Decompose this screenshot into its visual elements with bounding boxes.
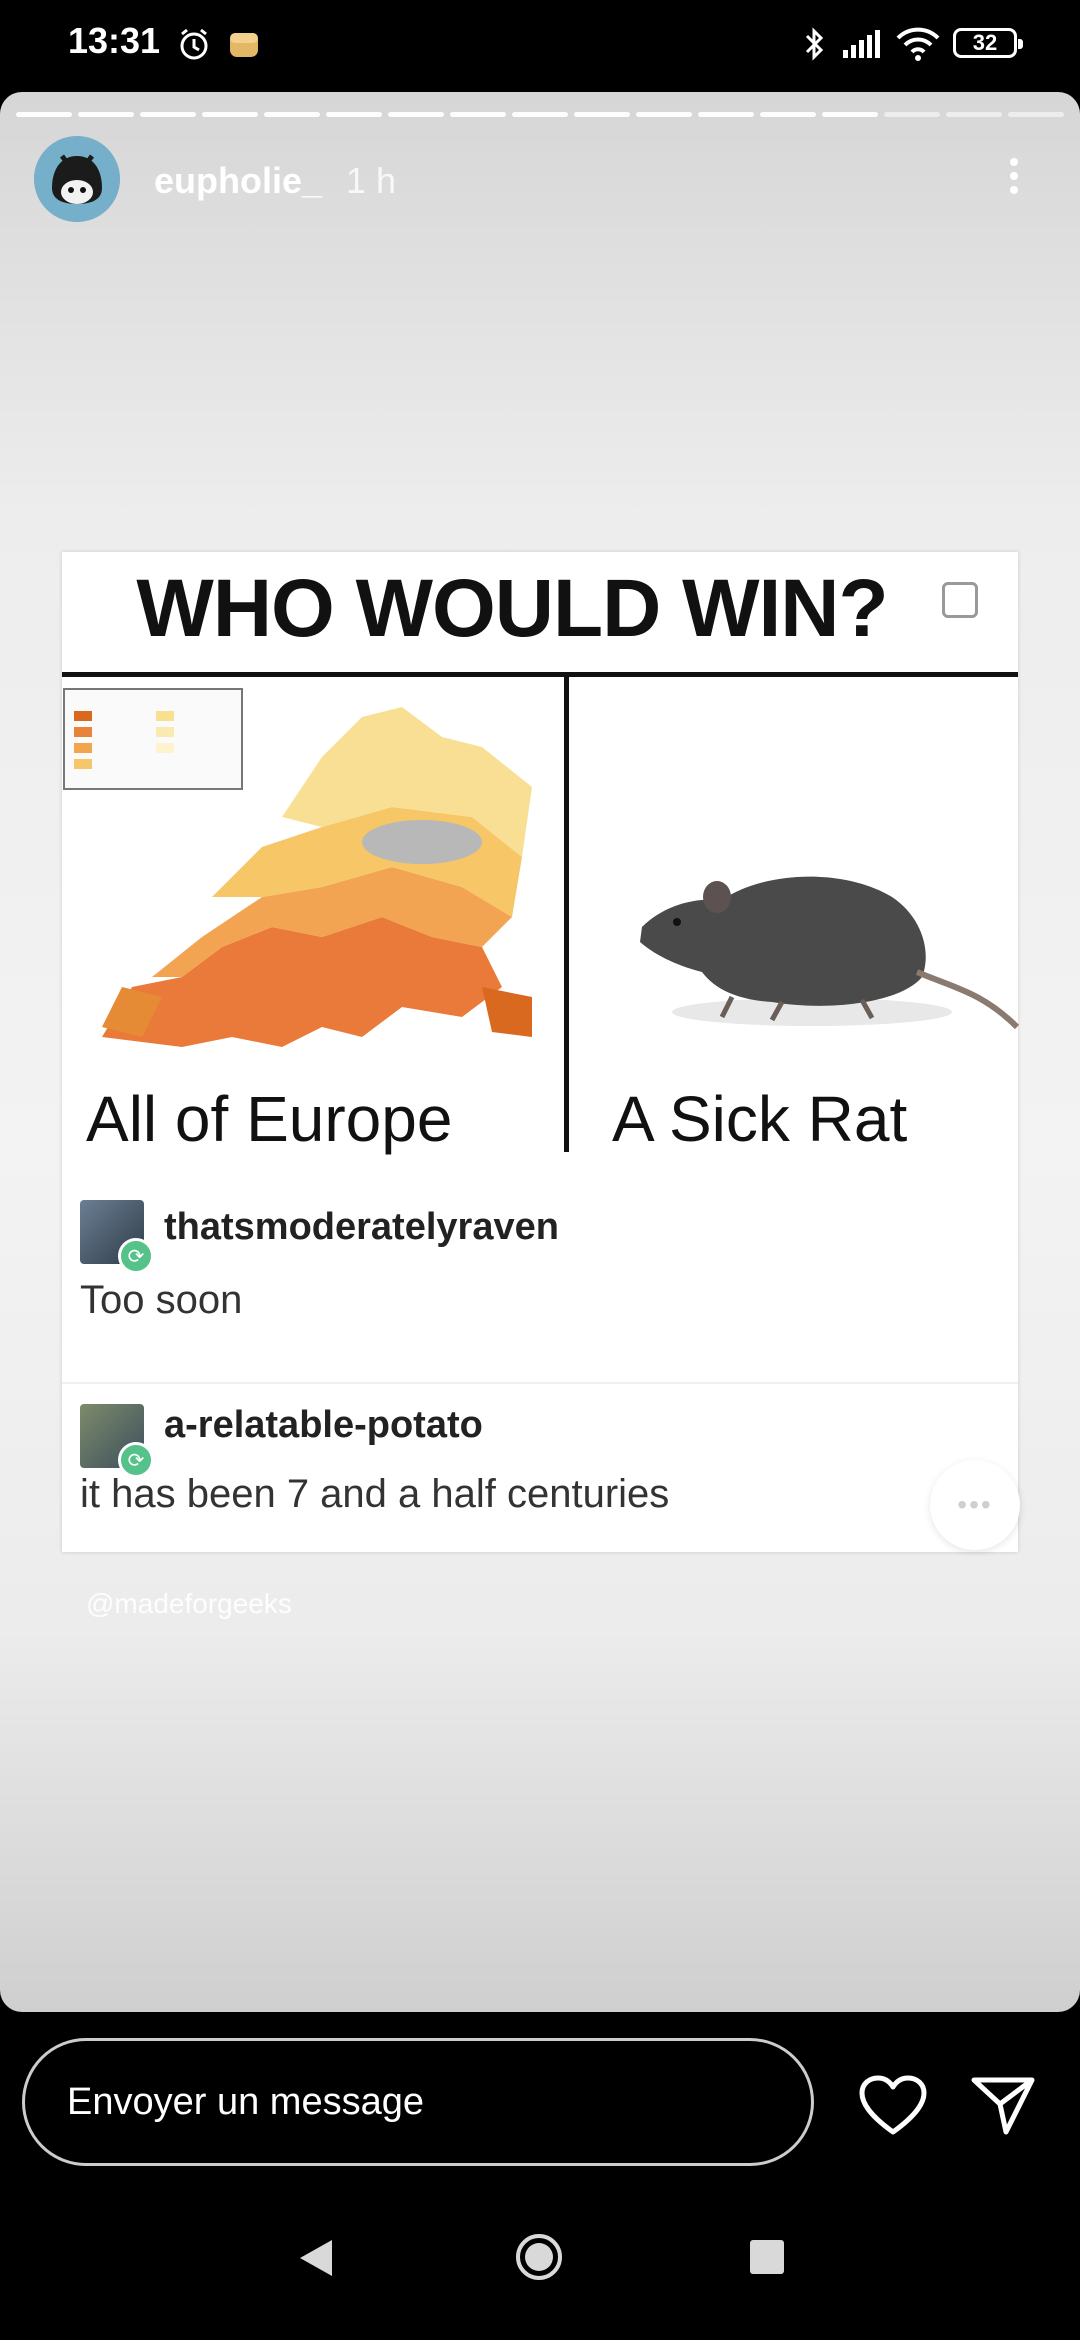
rat-image <box>640 876 1020 1030</box>
comment-username: thatsmoderatelyraven <box>164 1206 559 1248</box>
recents-icon[interactable] <box>750 2240 784 2274</box>
comment-avatar: ⟳ <box>80 1200 154 1274</box>
progress-segment <box>202 112 258 117</box>
message-placeholder: Envoyer un message <box>67 2080 424 2123</box>
story-view[interactable]: eupholie_ 1 h WHO WOULD WIN? All of Euro… <box>0 92 1080 2012</box>
progress-segment <box>326 112 382 117</box>
signal-icon <box>840 22 884 66</box>
checkbox-icon <box>942 582 978 618</box>
progress-segment <box>264 112 320 117</box>
progress-segment <box>946 112 1002 117</box>
progress-segment <box>822 112 878 117</box>
status-bar: 13:31 32 <box>0 0 1080 86</box>
wifi-icon <box>894 22 942 66</box>
heart-icon[interactable] <box>858 2074 928 2138</box>
comment-text: Too soon <box>80 1278 243 1322</box>
send-icon[interactable] <box>970 2074 1036 2138</box>
more-horizontal-icon: ••• <box>930 1460 1020 1550</box>
meme-image: WHO WOULD WIN? All of Europe A Sick Rat … <box>62 552 1020 1554</box>
comment: ⟳ a-relatable-potato it has been 7 and a… <box>62 1382 1018 1554</box>
europe-map-image <box>62 687 542 1077</box>
progress-segment <box>140 112 196 117</box>
progress-segment <box>574 112 630 117</box>
progress-segment <box>884 112 940 117</box>
status-time: 13:31 <box>68 20 161 61</box>
comment: ⟳ thatsmoderatelyraven Too soon <box>62 1192 1018 1362</box>
comment-username: a-relatable-potato <box>164 1404 483 1446</box>
bluetooth-icon <box>800 22 830 66</box>
progress-segment <box>698 112 754 117</box>
screen: 13:31 32 eupholie_ 1 h WHO WOULD WIN? Al… <box>0 0 1080 2340</box>
story-username[interactable]: eupholie_ <box>154 160 322 202</box>
progress-segment <box>1008 112 1064 117</box>
story-header: eupholie_ 1 h <box>0 136 1080 246</box>
app-notification-icon <box>224 22 264 66</box>
caption-left: All of Europe <box>86 1083 453 1155</box>
back-icon[interactable] <box>296 2236 336 2280</box>
more-vertical-icon[interactable] <box>998 152 1030 208</box>
avatar[interactable] <box>34 136 120 222</box>
reblog-icon: ⟳ <box>118 1238 154 1274</box>
story-time: 1 h <box>346 160 397 201</box>
comment-text: it has been 7 and a half centuries <box>80 1472 670 1516</box>
progress-segment <box>16 112 72 117</box>
divider <box>62 672 1018 677</box>
divider <box>564 677 569 1152</box>
watermark: @madeforgeeks <box>86 1588 292 1619</box>
caption-right: A Sick Rat <box>612 1083 908 1155</box>
battery-level: 32 <box>972 30 998 55</box>
meme-title: WHO WOULD WIN? <box>136 563 888 654</box>
progress-segment <box>512 112 568 117</box>
progress-segment <box>636 112 692 117</box>
home-icon[interactable] <box>514 2232 564 2282</box>
progress-segment <box>388 112 444 117</box>
message-bar: Envoyer un message <box>0 2012 1080 2192</box>
alarm-icon <box>174 22 214 66</box>
progress-segment <box>760 112 816 117</box>
progress-segment <box>450 112 506 117</box>
battery-icon: 32 <box>953 28 1023 58</box>
comment-avatar: ⟳ <box>80 1404 154 1478</box>
message-input[interactable]: Envoyer un message <box>22 2038 814 2166</box>
navigation-bar <box>0 2192 1080 2340</box>
progress-segment <box>78 112 134 117</box>
story-progress <box>16 112 1064 117</box>
